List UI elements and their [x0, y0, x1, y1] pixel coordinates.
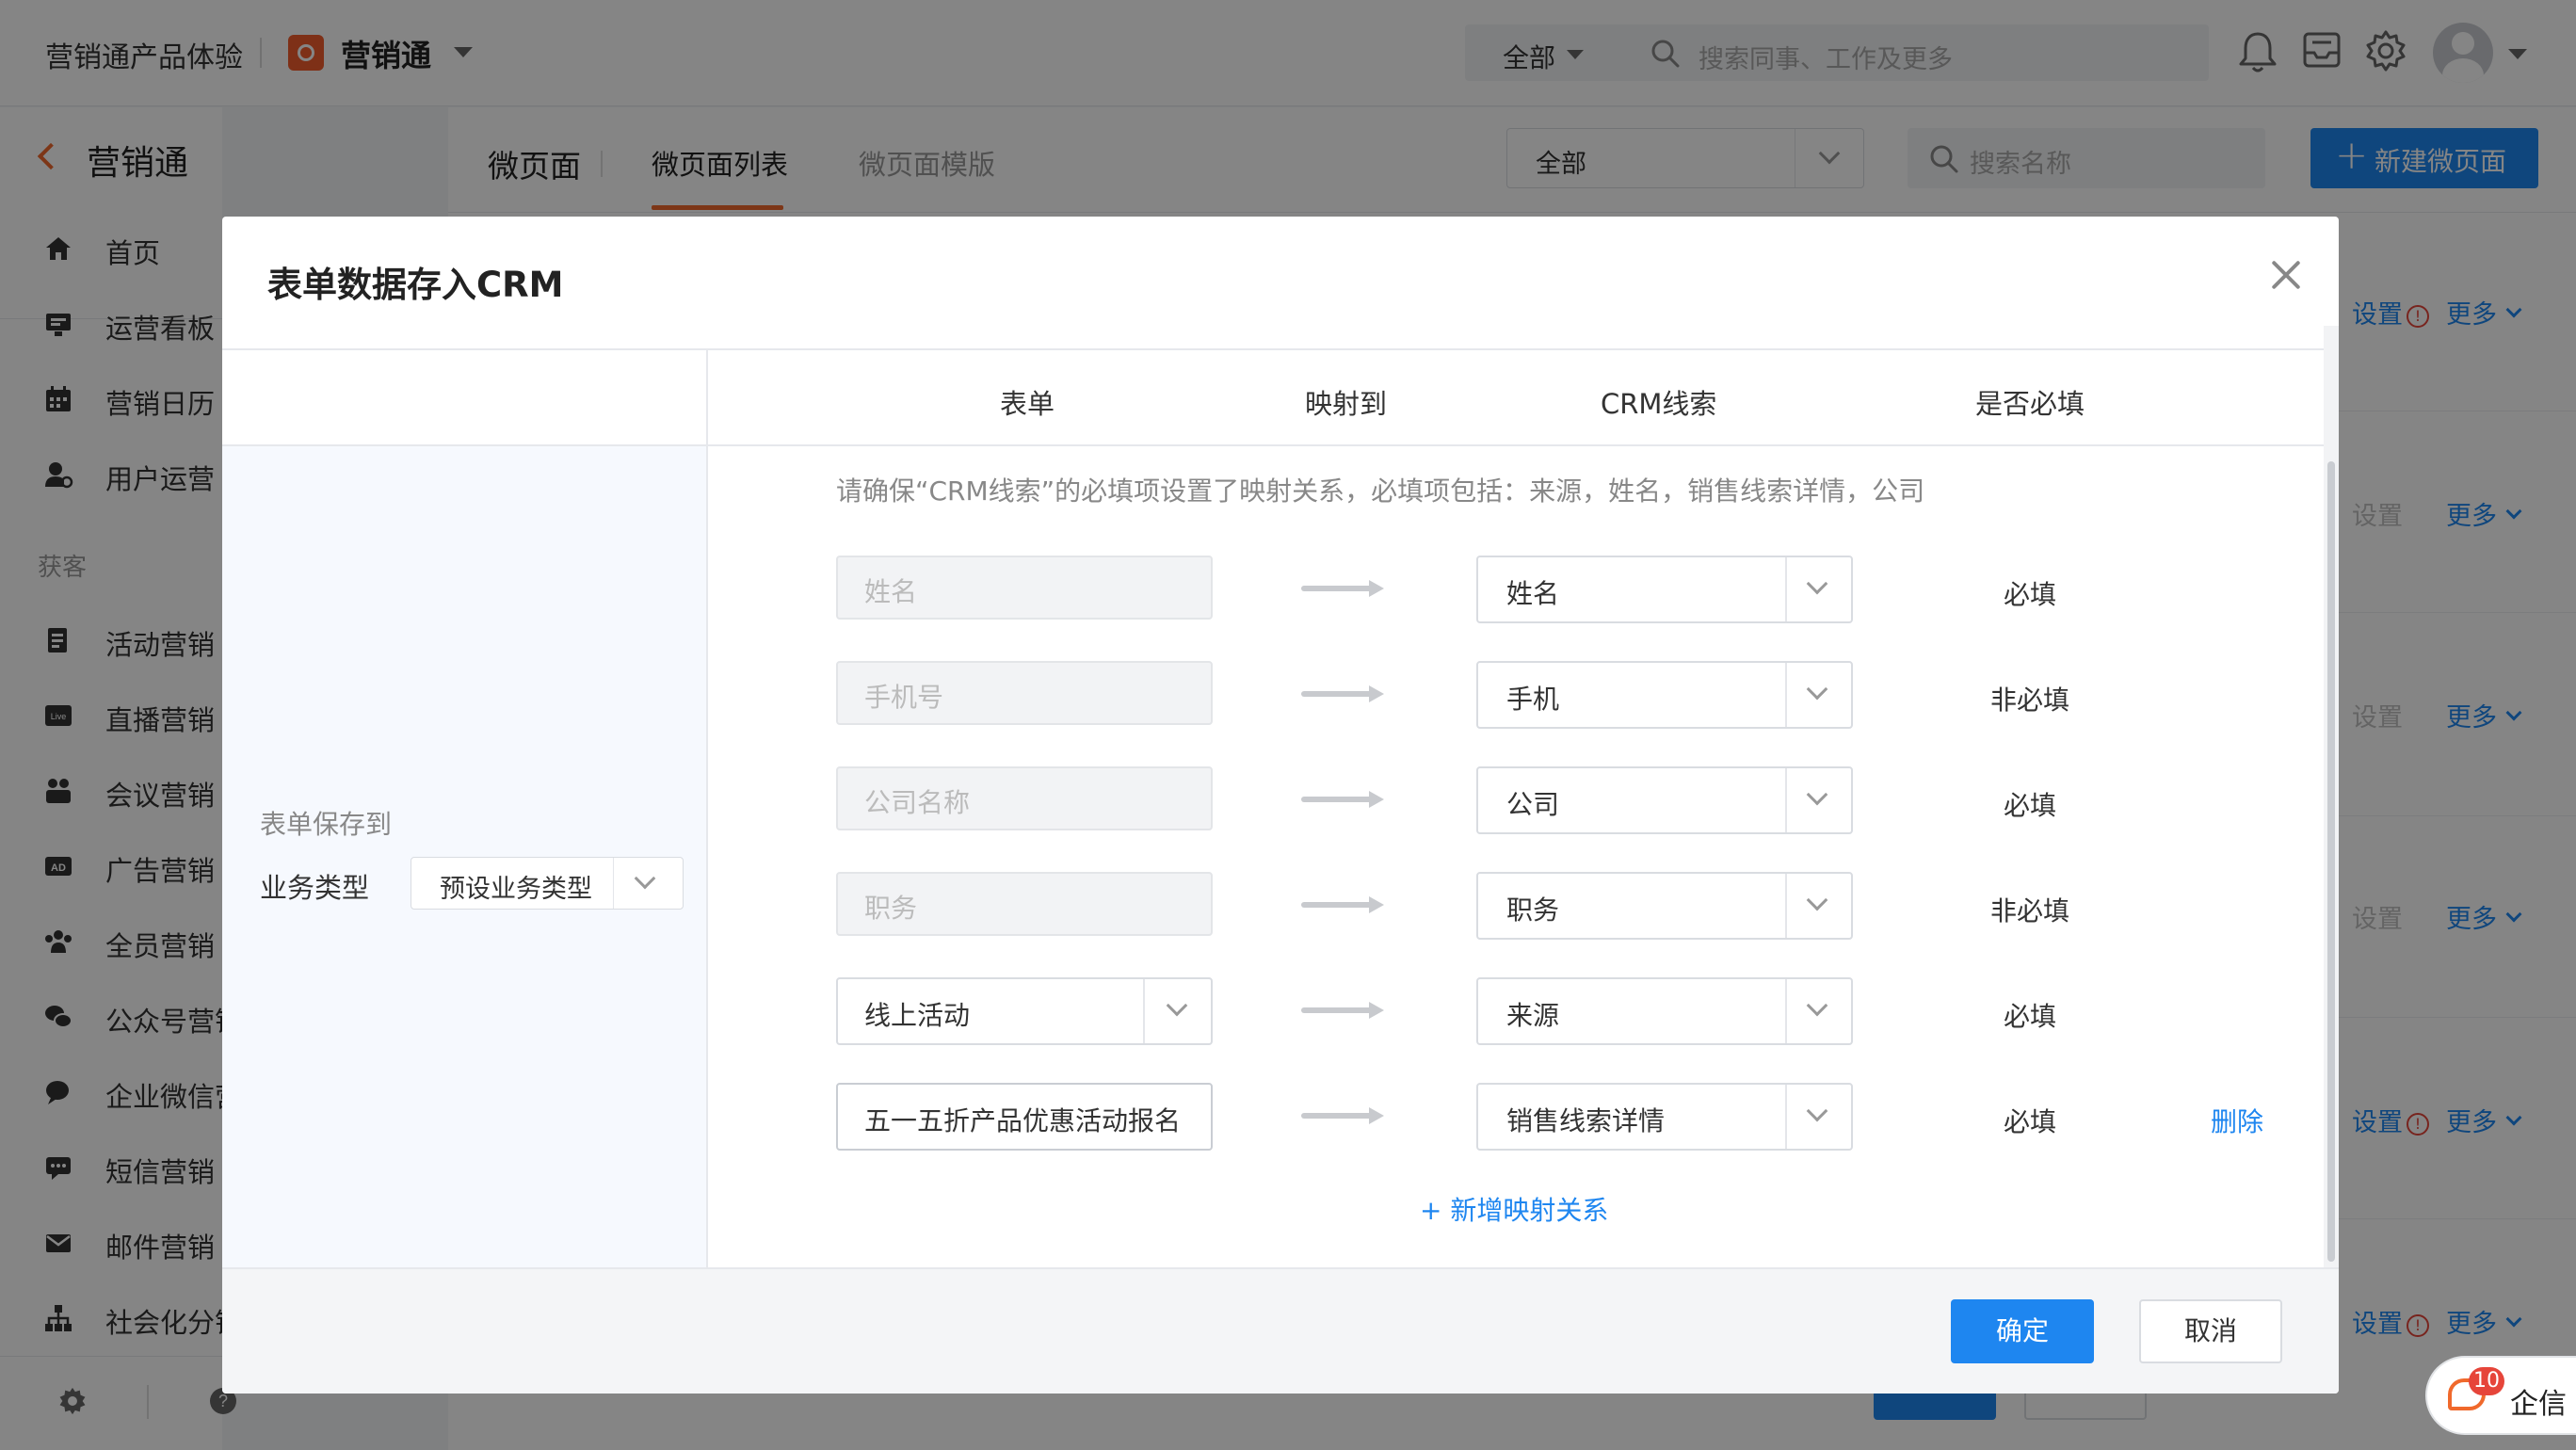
business-type-select[interactable]: 预设业务类型: [411, 857, 684, 910]
form-field-company: 公司名称: [836, 766, 1213, 830]
crm-mapping-dialog: 表单数据存入CRM 表单 映射到 CRM线索 是否必填 表单保存到 业务类型 预…: [222, 217, 2339, 1394]
form-field-phone: 手机号: [836, 661, 1213, 725]
left-header-cell: [222, 350, 706, 444]
close-icon[interactable]: [2265, 254, 2307, 296]
cancel-button[interactable]: 取消: [2139, 1299, 2282, 1363]
column-header-maps-to: 映射到: [1305, 388, 1388, 420]
confirm-button[interactable]: 确定: [1951, 1299, 2094, 1363]
required-fields-hint: 请确保“CRM线索”的必填项设置了映射关系，必填项包括：来源，姓名，销售线索详情…: [836, 475, 1925, 507]
crm-field-select[interactable]: 手机: [1476, 661, 1853, 729]
divider: [222, 444, 2324, 446]
crm-field-select[interactable]: 来源: [1476, 977, 1853, 1045]
required-status: 非必填: [1989, 895, 2069, 926]
chevron-down-icon: [1806, 678, 1828, 701]
arrow-right-icon: [1301, 1002, 1386, 1019]
source-value-select[interactable]: 线上活动: [836, 977, 1213, 1045]
chevron-down-icon: [1806, 1100, 1828, 1122]
crm-field-select[interactable]: 姓名: [1476, 556, 1853, 623]
divider: [1785, 874, 1787, 938]
divider: [1785, 768, 1787, 832]
crm-field-select[interactable]: 销售线索详情: [1476, 1083, 1853, 1151]
arrow-right-icon: [1301, 791, 1386, 808]
form-field-title: 职务: [836, 872, 1213, 936]
chevron-down-icon: [1166, 994, 1188, 1017]
chevron-down-icon: [634, 867, 656, 890]
form-field-name: 姓名: [836, 556, 1213, 620]
source-value-input[interactable]: 五一五折产品优惠活动报名: [836, 1083, 1213, 1151]
required-status: 必填: [2003, 1106, 2056, 1137]
arrow-right-icon: [1301, 896, 1386, 913]
save-target-panel: [222, 444, 706, 1267]
column-header-required: 是否必填: [1975, 388, 2085, 420]
arrow-right-icon: [1301, 685, 1386, 702]
column-header-form: 表单: [1000, 388, 1055, 420]
chevron-down-icon: [1806, 572, 1828, 595]
divider: [1785, 979, 1787, 1043]
delete-mapping-link[interactable]: 删除: [2211, 1102, 2263, 1139]
chevron-down-icon: [1806, 783, 1828, 806]
save-to-label: 表单保存到: [260, 809, 393, 840]
divider: [706, 350, 708, 1267]
add-mapping-link[interactable]: + 新增映射关系: [1420, 1190, 1608, 1228]
business-type-value: 预设业务类型: [440, 875, 592, 904]
dialog-title: 表单数据存入CRM: [267, 265, 564, 305]
chat-widget[interactable]: 10 企信: [2425, 1356, 2576, 1435]
divider: [1785, 663, 1787, 727]
required-status: 必填: [2003, 790, 2056, 821]
arrow-right-icon: [1301, 580, 1386, 597]
chat-label: 企信: [2510, 1388, 2567, 1421]
divider: [1785, 557, 1787, 621]
chevron-down-icon: [1806, 889, 1828, 911]
chevron-down-icon: [1806, 994, 1828, 1017]
crm-field-select[interactable]: 公司: [1476, 766, 1853, 834]
arrow-right-icon: [1301, 1107, 1386, 1124]
divider: [1785, 1085, 1787, 1149]
required-status: 必填: [2003, 579, 2056, 610]
crm-field-select[interactable]: 职务: [1476, 872, 1853, 940]
required-status: 非必填: [1989, 685, 2069, 716]
divider: [1143, 979, 1145, 1043]
divider: [613, 858, 614, 909]
business-type-label: 业务类型: [260, 872, 370, 904]
unread-badge: 10: [2469, 1367, 2504, 1395]
required-status: 必填: [2003, 1001, 2056, 1032]
scrollbar-thumb[interactable]: [2327, 461, 2335, 1262]
column-header-crm-lead: CRM线索: [1601, 388, 1717, 420]
